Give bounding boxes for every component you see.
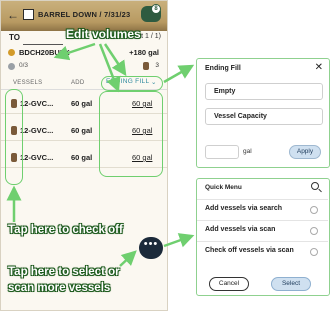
fill-column-highlight (99, 91, 163, 177)
mobile-screen: ← BARREL DOWN / 7/31/23 8 TO Lot 1 / 1) … (0, 0, 168, 311)
vessel-name: 12-GVC... (20, 99, 54, 108)
status-dot-icon (8, 63, 15, 70)
radio-icon[interactable] (310, 227, 318, 235)
cancel-button[interactable]: Cancel (209, 277, 249, 291)
panel-title: Ending Fill (205, 65, 241, 72)
more-actions-button[interactable]: ••• (139, 237, 163, 259)
vessel-add: 60 gal (71, 126, 93, 135)
barrel-icon (143, 62, 149, 70)
annotation-select-scan-line2: scan more vessels (8, 282, 111, 294)
bulk-name: BDCH20BULK (19, 48, 70, 57)
vessel-name: 12-GVC... (20, 126, 54, 135)
arrow-to-quick-menu (163, 233, 195, 248)
search-icon-handle (318, 188, 322, 193)
to-divider (23, 44, 63, 45)
header-add: ADD (71, 80, 85, 86)
ending-fill-highlight (101, 76, 163, 91)
option-vessel-capacity[interactable]: Vessel Capacity (205, 108, 323, 125)
gallons-input[interactable] (205, 145, 239, 159)
bulk-amount: +180 gal (129, 48, 159, 57)
to-label: TO (9, 33, 20, 42)
vessel-count: 3 (155, 62, 159, 69)
radio-icon[interactable] (310, 206, 318, 214)
sync-badge: 8 (151, 4, 161, 14)
radio-icon[interactable] (310, 248, 318, 256)
checkoff-highlight (5, 89, 23, 185)
vessel-add: 60 gal (71, 99, 93, 108)
quick-menu-panel: Quick Menu Add vessels via search Add ve… (196, 178, 330, 296)
header-vessels: VESSELS (13, 80, 43, 86)
close-icon[interactable]: ✕ (315, 62, 323, 73)
ending-fill-panel: Ending Fill ✕ Empty Vessel Capacity gal … (196, 58, 330, 168)
menu-item-label: Add vessels via search (205, 205, 283, 212)
arrow-to-ending-fill-panel (163, 64, 195, 84)
menu-item-label: Check off vessels via scan (205, 247, 294, 254)
annotation-edit-volumes: Edit volumes (66, 27, 141, 41)
count-row: 0/3 3 (1, 61, 167, 73)
source-dot-icon (8, 49, 15, 56)
annotation-select-scan-line1: Tap here to select or (8, 266, 120, 278)
menu-item-scan[interactable]: Add vessels via scan (197, 220, 328, 240)
menu-item-checkoff-scan[interactable]: Check off vessels via scan (197, 241, 328, 261)
checkbox-icon[interactable] (23, 9, 34, 20)
bulk-row[interactable]: BDCH20BULK +180 gal (1, 46, 167, 60)
vessel-add: 60 gal (71, 153, 93, 162)
menu-item-label: Add vessels via scan (205, 226, 276, 233)
gallons-unit-label: gal (243, 148, 252, 155)
option-empty[interactable]: Empty (205, 83, 323, 100)
apply-button[interactable]: Apply (289, 145, 321, 159)
annotation-check-off: Tap here to check off (8, 224, 123, 236)
panel-title: Quick Menu (205, 184, 242, 191)
select-button[interactable]: Select (271, 277, 311, 291)
back-icon[interactable]: ← (7, 8, 19, 22)
page-title: BARREL DOWN / 7/31/23 (38, 10, 131, 19)
checked-count: 0/3 (19, 62, 29, 69)
menu-item-search[interactable]: Add vessels via search (197, 199, 328, 219)
vessel-name: 12-GVC... (20, 153, 54, 162)
